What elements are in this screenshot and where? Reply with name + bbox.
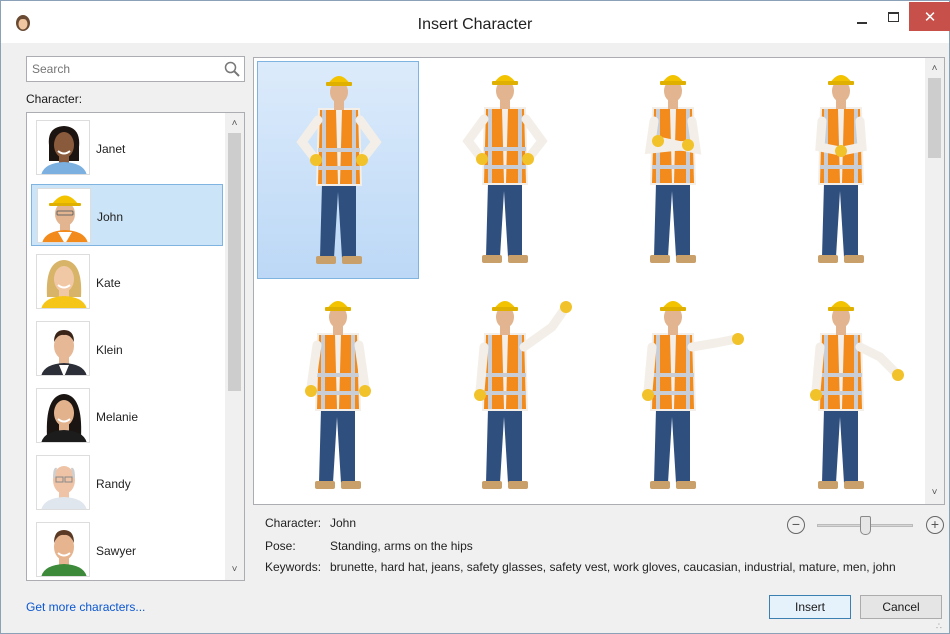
character-portrait-icon [41, 126, 87, 174]
scrollbar-thumb[interactable] [228, 133, 241, 391]
pose-thumbnail[interactable] [760, 287, 922, 504]
close-icon: ✕ [923, 9, 937, 26]
scrollbar-thumb[interactable] [928, 78, 941, 158]
character-portrait-icon [42, 195, 88, 242]
character-list-scrollbar[interactable]: ˄ ˅ [225, 113, 244, 580]
pose-thumbnail[interactable] [592, 287, 754, 504]
construction-worker-figure [815, 75, 867, 263]
character-info-label: Character: [265, 516, 322, 530]
character-name: John [97, 210, 124, 224]
keywords-info-label: Keywords: [265, 560, 322, 574]
chevron-up-icon[interactable]: ˄ [225, 115, 244, 133]
character-avatar [36, 455, 90, 510]
character-name: Melanie [96, 410, 139, 424]
character-avatar [36, 388, 90, 443]
character-name: Randy [96, 477, 131, 491]
character-item-janet[interactable]: Janet [31, 117, 223, 179]
pose-grid: ˄ ˅ [253, 57, 945, 505]
search-box [26, 56, 245, 82]
pose-thumbnail[interactable] [424, 61, 586, 279]
character-avatar [36, 254, 90, 309]
character-item-kate[interactable]: Kate [31, 251, 223, 313]
character-item-john[interactable]: John [31, 184, 223, 246]
zoom-out-icon[interactable]: − [787, 516, 805, 534]
chevron-up-icon[interactable]: ˄ [925, 60, 944, 78]
character-avatar [36, 522, 90, 577]
character-info-value: John [330, 516, 357, 530]
resize-grip-icon[interactable]: ∴ [936, 621, 948, 633]
chevron-down-icon[interactable]: ˅ [225, 561, 244, 579]
character-name: Sawyer [96, 544, 137, 558]
construction-worker-figure [810, 301, 904, 489]
pose-thumbnail[interactable] [592, 61, 754, 279]
cancel-button[interactable]: Cancel [860, 595, 942, 619]
character-avatar [36, 321, 90, 376]
character-name: Janet [96, 142, 126, 156]
character-portrait-icon [41, 394, 87, 442]
maximize-button[interactable] [877, 2, 911, 31]
character-portrait-icon [41, 260, 87, 308]
zoom-slider-handle[interactable] [860, 516, 871, 535]
construction-worker-figure [474, 301, 572, 489]
character-name: Klein [96, 343, 123, 357]
pose-grid-scrollbar[interactable]: ˄ ˅ [925, 58, 944, 504]
character-portrait-icon [41, 530, 87, 576]
pose-thumbnail[interactable] [257, 287, 419, 504]
pose-info-value: Standing, arms on the hips [330, 539, 473, 553]
maximize-icon [888, 12, 899, 22]
pose-thumbnail[interactable] [257, 61, 419, 279]
search-icon[interactable] [224, 61, 240, 77]
character-list: Janet John Kate Klein Melanie Randy Sawy… [26, 112, 245, 581]
character-avatar [37, 188, 91, 243]
character-item-klein[interactable]: Klein [31, 318, 223, 380]
window-title: Insert Character [417, 16, 533, 33]
construction-worker-figure [296, 76, 382, 264]
character-portrait-icon [41, 330, 87, 375]
construction-worker-figure [644, 75, 702, 263]
pose-thumbnail[interactable] [424, 287, 586, 504]
pose-thumbnail[interactable] [760, 61, 922, 279]
chevron-down-icon[interactable]: ˅ [925, 484, 944, 502]
construction-worker-figure [305, 301, 371, 489]
insert-character-dialog: Insert Character ✕ Character: Janet John… [0, 0, 950, 634]
character-list-label: Character: [26, 92, 83, 106]
get-more-characters-link[interactable]: Get more characters... [26, 600, 145, 614]
zoom-in-icon[interactable]: + [926, 516, 944, 534]
close-button[interactable]: ✕ [909, 2, 950, 31]
search-input[interactable] [27, 57, 217, 81]
insert-button[interactable]: Insert [769, 595, 851, 619]
minimize-icon [857, 22, 867, 24]
character-name: Kate [96, 276, 121, 290]
character-avatar [36, 120, 90, 175]
construction-worker-figure [462, 75, 548, 263]
character-item-randy[interactable]: Randy [31, 452, 223, 514]
title-bar: Insert Character ✕ [1, 1, 950, 43]
pose-info-label: Pose: [265, 539, 296, 553]
keywords-info-value: brunette, hard hat, jeans, safety glasse… [330, 560, 896, 574]
character-item-melanie[interactable]: Melanie [31, 385, 223, 447]
character-item-sawyer[interactable]: Sawyer [31, 519, 223, 580]
construction-worker-figure [642, 301, 744, 489]
minimize-button[interactable] [845, 2, 879, 31]
character-portrait-icon [41, 466, 87, 509]
